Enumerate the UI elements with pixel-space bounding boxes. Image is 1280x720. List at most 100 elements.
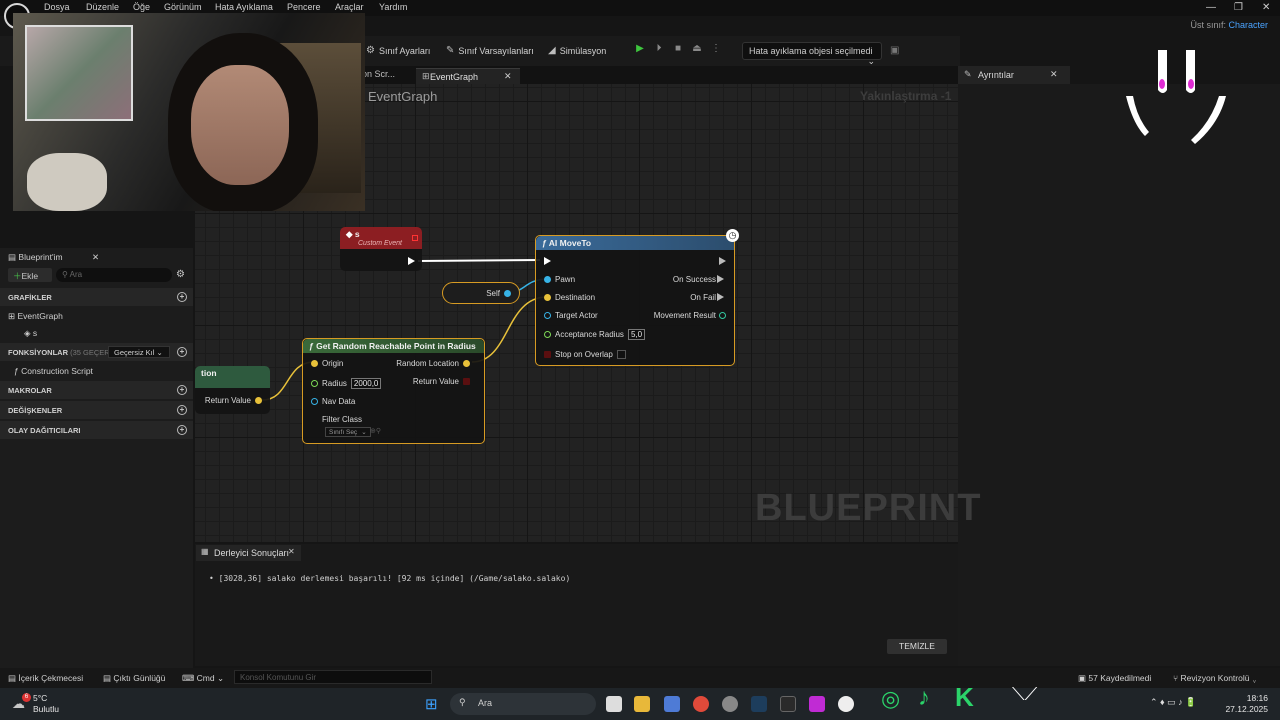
- acceptance-radius-input[interactable]: 5,0: [627, 329, 646, 340]
- exec-in-pin[interactable]: [544, 257, 551, 265]
- get-random-point-header: ƒ Get Random Reachable Point in Radius: [303, 339, 484, 353]
- on-fail-pin[interactable]: [717, 293, 724, 301]
- close-icon[interactable]: ✕: [92, 252, 99, 263]
- pin[interactable]: [504, 290, 511, 297]
- return-value-pin-row[interactable]: Return Value: [413, 377, 470, 386]
- status-bar: ▤ İçerik Çekmecesi ▤ Çıktı Günlüğü ⌨ Cmd…: [0, 668, 1280, 688]
- random-location-pin-row[interactable]: Random Location: [396, 359, 470, 368]
- ai-moveto-title: AI MoveTo: [548, 238, 592, 248]
- weather-temp: 5°C: [33, 693, 48, 703]
- target-actor-pin-row[interactable]: Target Actor: [544, 311, 598, 320]
- function-icon: ƒ: [14, 366, 19, 376]
- function-node[interactable]: tion Return Value: [195, 366, 270, 414]
- console-input[interactable]: Konsol Komutunu Gir: [234, 670, 432, 684]
- output-log-button[interactable]: ▤ Çıktı Günlüğü: [103, 673, 165, 684]
- add-macro-icon[interactable]: +: [177, 385, 187, 395]
- return-value-pin-row[interactable]: Return Value: [205, 396, 262, 405]
- clock-date: 27.12.2025: [1225, 704, 1268, 714]
- event-s-item[interactable]: ◈ s: [0, 328, 193, 339]
- movement-result-pin[interactable]: [719, 312, 726, 319]
- section-variables[interactable]: DEĞİŞKENLER +: [0, 401, 193, 419]
- filter-class-placeholder: Sınıfı Seç: [329, 428, 358, 436]
- taskbar-search[interactable]: ⚲ Ara: [450, 693, 596, 715]
- acceptance-radius-pin-row[interactable]: Acceptance Radius 5,0: [544, 329, 646, 340]
- ai-moveto-header: ƒ AI MoveTo: [536, 236, 734, 250]
- close-icon[interactable]: ✕: [1050, 69, 1058, 80]
- windows-start-icon[interactable]: ⊞: [425, 695, 438, 713]
- stop-on-overlap-pin-row[interactable]: Stop on Overlap: [544, 350, 626, 359]
- unreal-engine-icon[interactable]: [838, 696, 854, 712]
- chrome-icon[interactable]: [693, 696, 709, 712]
- file-explorer-icon[interactable]: [634, 696, 650, 712]
- custom-event-node[interactable]: ◆ s Custom Event: [340, 227, 422, 271]
- pin: [311, 360, 318, 367]
- get-random-point-node[interactable]: ƒ Get Random Reachable Point in Radius O…: [302, 338, 485, 444]
- revision-control-button[interactable]: ⑂ Revizyon Kontrolü ⌄: [1173, 673, 1257, 683]
- self-node[interactable]: Self: [442, 282, 520, 304]
- self-label: Self: [486, 289, 500, 298]
- nav-data-pin-row[interactable]: Nav Data: [311, 397, 355, 406]
- tray-icons[interactable]: ⌃ ♦ ▭ ♪ 🔋: [1150, 697, 1196, 708]
- filter-class-pin-row[interactable]: Filter Class: [322, 415, 362, 424]
- stop-on-overlap-checkbox[interactable]: [616, 350, 626, 359]
- tab-compiler-results[interactable]: ▦ Derleyici Sonuçları ✕: [196, 545, 301, 561]
- restore-button[interactable]: ❐: [1234, 2, 1243, 13]
- on-success-pin-row[interactable]: On Success: [673, 275, 716, 284]
- add-variable-icon[interactable]: +: [177, 405, 187, 415]
- close-icon[interactable]: ✕: [288, 547, 295, 556]
- add-function-icon[interactable]: +: [177, 347, 187, 357]
- delegate-pin[interactable]: [412, 235, 418, 241]
- event-diamond-icon: ◈: [24, 328, 31, 338]
- destination-pin-row[interactable]: Destination: [544, 293, 595, 302]
- clear-button[interactable]: TEMİZLE: [887, 639, 947, 654]
- exec-out-pin[interactable]: [408, 257, 415, 265]
- taskbar-search-label: Ara: [478, 698, 493, 708]
- pawn-pin-row[interactable]: Pawn: [544, 275, 575, 284]
- search-icon: ⚲: [459, 697, 466, 707]
- add-dispatcher-icon[interactable]: +: [177, 425, 187, 435]
- taskbar-clock[interactable]: 18:16 27.12.2025: [1225, 693, 1268, 715]
- ai-moveto-node[interactable]: ƒ AI MoveTo Pawn Destination Target Acto…: [535, 235, 735, 366]
- pin-label: Pawn: [555, 275, 576, 284]
- add-graph-icon[interactable]: +: [177, 292, 187, 302]
- task-view-icon[interactable]: [606, 696, 622, 712]
- on-success-pin[interactable]: [717, 275, 724, 283]
- section-functions[interactable]: FONKSİYONLAR (35 GEÇERSİZ Geçersiz Kıl ⌄…: [0, 343, 193, 361]
- plus-icon: ＋: [13, 271, 22, 281]
- movement-result-pin-row[interactable]: Movement Result: [654, 311, 716, 320]
- app-icon[interactable]: [809, 696, 825, 712]
- cmd-select[interactable]: ⌨ Cmd ⌄: [182, 673, 224, 684]
- tab-details[interactable]: ✎ Ayrıntılar ✕: [958, 66, 1070, 84]
- unsaved-button[interactable]: ▣ 57 Kaydedilmedi: [1078, 673, 1151, 684]
- add-button[interactable]: ＋Ekle: [8, 268, 52, 282]
- radius-input[interactable]: 2000,0: [350, 378, 382, 389]
- on-fail-pin-row[interactable]: On Fail: [690, 293, 716, 302]
- app-icon[interactable]: [722, 696, 738, 712]
- pin: [544, 351, 551, 358]
- section-graphs[interactable]: GRAFİKLER +: [0, 288, 193, 306]
- exec-out-pin[interactable]: [719, 257, 726, 265]
- search-input[interactable]: ⚲ Ara: [56, 268, 172, 282]
- epic-games-icon[interactable]: [780, 696, 796, 712]
- radius-pin-row[interactable]: Radius 2000,0: [311, 378, 382, 389]
- content-drawer-button[interactable]: ▤ İçerik Çekmecesi: [8, 673, 83, 684]
- search-icon: ⚲: [62, 270, 68, 279]
- close-window-button[interactable]: ✕: [1262, 2, 1270, 13]
- filter-class-select[interactable]: Sınıfı Seç ⌄: [325, 427, 371, 437]
- store-icon[interactable]: [664, 696, 680, 712]
- construction-script-item[interactable]: ƒ Construction Script: [0, 366, 193, 376]
- gear-icon[interactable]: ⚙: [176, 269, 185, 280]
- minimize-button[interactable]: —: [1206, 2, 1216, 13]
- origin-pin-row[interactable]: Origin: [311, 359, 343, 368]
- search-icon[interactable]: ⊕⚲: [370, 427, 381, 435]
- steam-icon[interactable]: [751, 696, 767, 712]
- weather-desc: Bulutlu: [33, 704, 59, 714]
- section-dispatchers[interactable]: OLAY DAĞITICILARI +: [0, 421, 193, 439]
- eventgraph-item-label: EventGraph: [17, 311, 63, 321]
- eventgraph-item[interactable]: ⊞ EventGraph: [0, 311, 193, 322]
- parent-class-value[interactable]: Character: [1228, 20, 1268, 30]
- section-macros[interactable]: MAKROLAR +: [0, 381, 193, 399]
- pin-label: Origin: [322, 359, 344, 368]
- weather-widget[interactable]: 5°C Bulutlu: [33, 693, 59, 715]
- override-select[interactable]: Geçersiz Kıl ⌄: [108, 346, 170, 358]
